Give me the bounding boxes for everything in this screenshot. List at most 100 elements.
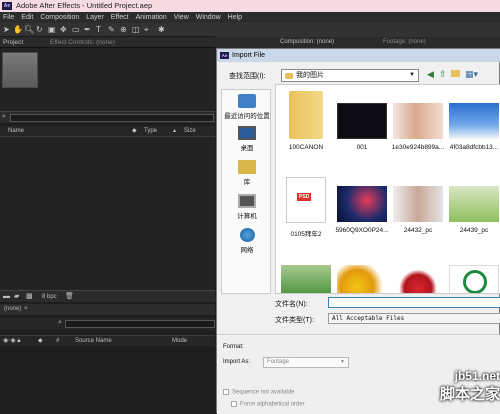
menu-layer[interactable]: Layer <box>86 14 104 21</box>
column-mode[interactable]: Mode <box>172 336 187 347</box>
puppet-tool-icon[interactable]: ✱ <box>158 25 165 34</box>
file-item[interactable] <box>278 265 334 293</box>
bpc-label[interactable]: 8 bpc <box>42 291 57 303</box>
column-type[interactable]: Type <box>144 126 157 137</box>
av-switches-icon[interactable]: ◉◦◉ 🔒︎ <box>3 336 20 347</box>
column-name[interactable]: Name <box>8 126 24 137</box>
filetype-select[interactable]: All Acceptable Files <box>328 313 500 324</box>
menu-view[interactable]: View <box>174 14 189 21</box>
place-recent[interactable]: 最近访问的位置 <box>222 94 272 120</box>
selection-tool-icon[interactable]: ➤ <box>3 25 10 34</box>
hand-tool-icon[interactable]: ✋ <box>13 25 23 34</box>
new-folder-icon[interactable] <box>451 70 460 77</box>
file-item[interactable]: PSD 0105拜年2 <box>278 177 334 238</box>
sort-icon: ▴ <box>173 128 177 134</box>
menu-effect[interactable]: Effect <box>111 14 129 21</box>
timeline-columns-header: ◉◦◉ 🔒︎ ◆ # Source Name Mode <box>0 335 215 346</box>
eraser-tool-icon[interactable]: ◫ <box>132 25 140 34</box>
image-thumbnail <box>449 186 499 222</box>
up-folder-icon[interactable]: ⇧ <box>439 69 447 80</box>
tab-footage[interactable]: Footage: (none) <box>383 37 426 48</box>
place-network[interactable]: 网络 <box>222 228 272 254</box>
alpha-order-checkbox[interactable] <box>231 401 237 407</box>
view-menu-icon[interactable]: ▦▾ <box>465 69 478 80</box>
new-folder-icon[interactable]: ▰ <box>14 291 19 303</box>
close-icon[interactable]: × <box>24 304 28 315</box>
file-item[interactable]: 4f03a8dfcbb13... <box>446 103 500 151</box>
column-source-name[interactable]: Source Name <box>75 336 112 347</box>
filename-input[interactable] <box>328 297 500 308</box>
image-thumbnail <box>393 186 443 222</box>
folder-icon <box>289 91 323 139</box>
file-item[interactable]: 24432_pc <box>390 186 446 234</box>
pan-behind-tool-icon[interactable]: ✥ <box>60 25 67 34</box>
sequence-option[interactable]: Sequence not available <box>223 389 294 396</box>
chevron-down-icon: ▼ <box>340 359 345 365</box>
import-as-select[interactable]: Footage ▼ <box>263 357 349 368</box>
alpha-order-option[interactable]: Force alphabetical order <box>231 401 305 408</box>
project-search-input[interactable] <box>10 114 214 122</box>
tab-project[interactable]: Project <box>3 37 23 48</box>
project-panel-tabs: Project Effect Controls: (none) <box>0 37 215 48</box>
new-composition-icon[interactable]: ▩ <box>26 291 33 303</box>
file-name: 100CANON <box>288 144 324 151</box>
look-in-select[interactable]: 我的图片 ▼ <box>281 69 419 82</box>
project-search-bar: ⌕ <box>0 111 215 123</box>
clone-tool-icon[interactable]: ⊕ <box>120 25 127 34</box>
app-logo-icon: Ae <box>220 52 229 59</box>
menu-composition[interactable]: Composition <box>40 14 79 21</box>
window-title-bar: Ae Adobe After Effects - Untitled Projec… <box>0 0 500 12</box>
toolbar-extension <box>215 23 500 37</box>
place-label: 库 <box>243 179 251 186</box>
menu-animation[interactable]: Animation <box>136 14 167 21</box>
file-item[interactable] <box>390 265 446 293</box>
rotate-tool-icon[interactable]: ↻ <box>36 25 43 34</box>
place-desktop[interactable]: 桌面 <box>222 126 272 152</box>
tab-effect-controls[interactable]: Effect Controls: (none) <box>50 37 115 48</box>
sequence-checkbox[interactable] <box>223 389 229 395</box>
interpret-footage-icon[interactable]: ▬ <box>3 291 10 303</box>
camera-tool-icon[interactable]: ▣ <box>48 25 56 34</box>
tab-composition[interactable]: Composition: (none) <box>280 37 334 48</box>
pen-tool-icon[interactable]: ✒ <box>84 25 91 34</box>
brush-tool-icon[interactable]: ✎ <box>108 25 115 34</box>
type-tool-icon[interactable]: T <box>96 25 101 34</box>
timeline-search-input[interactable] <box>65 320 215 328</box>
place-computer[interactable]: 计算机 <box>222 194 272 220</box>
back-icon[interactable]: ◀ <box>427 69 434 80</box>
file-name: 24432_pc <box>403 227 433 234</box>
column-size[interactable]: Size <box>184 126 196 137</box>
trash-icon[interactable]: 🗑︎ <box>65 291 74 303</box>
file-item[interactable] <box>334 265 390 293</box>
place-libraries[interactable]: 库 <box>222 160 272 186</box>
watermark-name: 脚本之家 <box>439 386 500 403</box>
chevron-down-icon: ▼ <box>409 72 415 78</box>
project-items-list <box>0 137 215 290</box>
file-item[interactable] <box>446 265 500 293</box>
menu-edit[interactable]: Edit <box>21 14 33 21</box>
zoom-tool-icon[interactable]: 🔍︎ <box>24 25 34 34</box>
psd-badge: PSD <box>297 193 312 201</box>
file-name: 001 <box>356 144 368 151</box>
image-thumbnail <box>393 103 443 139</box>
filetype-label: 文件类型(T): <box>275 317 314 324</box>
mask-tool-icon[interactable]: ▭ <box>72 25 80 34</box>
menu-window[interactable]: Window <box>196 14 221 21</box>
tab-timeline[interactable]: (none) <box>4 304 21 315</box>
place-label: 桌面 <box>240 145 254 152</box>
file-item[interactable]: 001 <box>334 103 390 151</box>
menu-help[interactable]: Help <box>228 14 242 21</box>
file-item[interactable]: 1e30e924b899a... <box>390 103 446 151</box>
project-footer: ▬ ▰ ▩ 8 bpc 🗑︎ <box>0 290 215 302</box>
column-number[interactable]: # <box>56 336 59 347</box>
look-in-label: 查找范围(I): <box>229 73 266 80</box>
dialog-title-bar[interactable]: Ae Import File <box>217 49 500 62</box>
file-item[interactable]: 24439_pc <box>446 186 500 234</box>
roto-brush-tool-icon[interactable]: ⌖ <box>144 25 149 35</box>
folder-icon <box>285 73 293 79</box>
place-label: 计算机 <box>237 213 257 220</box>
file-item[interactable]: 100CANON <box>278 91 334 151</box>
dialog-nav-icons: ◀ ⇧ ▦▾ <box>425 69 500 82</box>
menu-file[interactable]: File <box>3 14 14 21</box>
file-item[interactable]: 5960Q9XO0P24... <box>334 186 390 234</box>
